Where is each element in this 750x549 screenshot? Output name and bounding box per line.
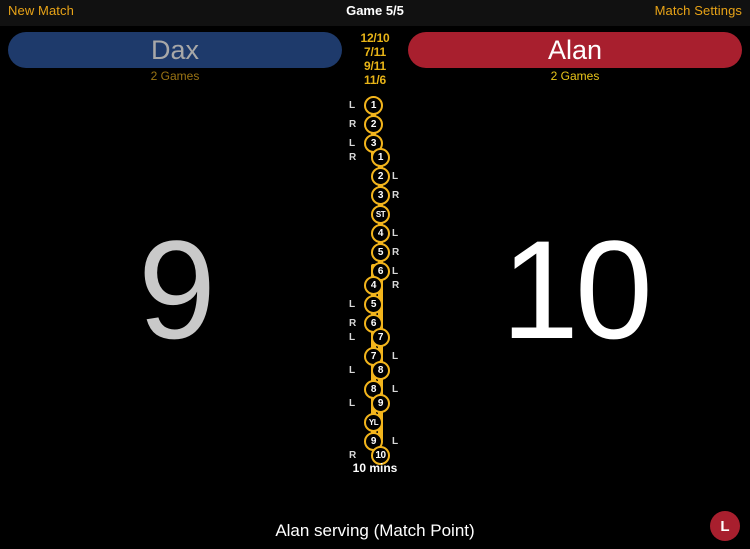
rally-point-node[interactable]: 3 xyxy=(371,186,390,205)
rally-point-node[interactable]: ST xyxy=(371,205,390,224)
rally-point-node[interactable]: 4 xyxy=(364,276,383,295)
rally-side-tag: L xyxy=(392,171,399,182)
score-right[interactable]: 10 xyxy=(450,220,700,360)
rally-point-node[interactable]: 1 xyxy=(364,96,383,115)
rally-point-node[interactable]: 1 xyxy=(371,148,390,167)
player-pill-right[interactable]: Alan xyxy=(408,32,742,68)
game-score-row: 12/10 xyxy=(360,31,390,45)
rally-side-tag: R xyxy=(392,190,400,201)
player-name-right: Alan xyxy=(547,34,603,65)
game-score-row: 7/11 xyxy=(364,45,386,59)
match-duration: 10 mins xyxy=(352,461,398,475)
game-title: Game 5/5 xyxy=(346,3,404,18)
rally-point-node[interactable]: YL xyxy=(364,413,383,432)
rally-point-node[interactable]: 9 xyxy=(371,394,390,413)
serving-status: Alan serving (Match Point) xyxy=(275,521,475,540)
rally-side-tag: R xyxy=(349,318,357,329)
rally-point-node[interactable]: 7 xyxy=(371,328,390,347)
rally-side-tag: L xyxy=(392,266,399,277)
rally-point-node[interactable]: 5 xyxy=(371,243,390,262)
rally-side-tag: L xyxy=(349,100,356,111)
rally-point-node[interactable]: 2 xyxy=(371,167,390,186)
rally-side-tag: L xyxy=(349,398,356,409)
rally-side-tag: L xyxy=(392,436,399,447)
rally-side-tag: R xyxy=(349,119,357,130)
rally-point-node[interactable]: 5 xyxy=(364,295,383,314)
match-settings-button[interactable]: Match Settings xyxy=(655,3,742,18)
player-games-left: 2 Games xyxy=(150,69,200,83)
player-name-left: Dax xyxy=(150,34,199,65)
rally-side-tag: L xyxy=(349,332,356,343)
game-scores-list: 12/10 7/11 9/11 11/6 xyxy=(345,31,405,87)
top-bar: New Match Game 5/5 Match Settings xyxy=(0,0,750,26)
score-left[interactable]: 9 xyxy=(50,220,300,360)
rally-side-tag: L xyxy=(392,384,399,395)
rally-side-tag: R xyxy=(392,280,400,291)
game-score-row: 9/11 xyxy=(364,59,386,73)
rally-side-tag: R xyxy=(349,450,357,461)
rally-point-node[interactable]: 4 xyxy=(371,224,390,243)
player-pill-left[interactable]: Dax xyxy=(8,32,342,68)
rally-point-node[interactable]: 8 xyxy=(371,361,390,380)
rally-side-tag: L xyxy=(349,365,356,376)
rally-side-tag: L xyxy=(349,299,356,310)
rally-side-tag: R xyxy=(349,152,357,163)
rally-side-tag: R xyxy=(392,247,400,258)
rally-point-node[interactable]: 2 xyxy=(364,115,383,134)
rally-side-tag: L xyxy=(392,351,399,362)
serve-side-badge[interactable]: L xyxy=(710,511,740,541)
game-score-row: 11/6 xyxy=(364,73,386,87)
rally-side-tag: L xyxy=(349,138,356,149)
rally-side-tag: L xyxy=(392,228,399,239)
rally-ladder: 1 L 2 R 3 L 1 R 2 L 3 R ST 4 L 5 R 6 L 4 R 5 L 6 R 7 L 7 L 8 L 8 L 9 L YL 9 L… xyxy=(330,96,420,465)
player-games-right: 2 Games xyxy=(550,69,600,83)
